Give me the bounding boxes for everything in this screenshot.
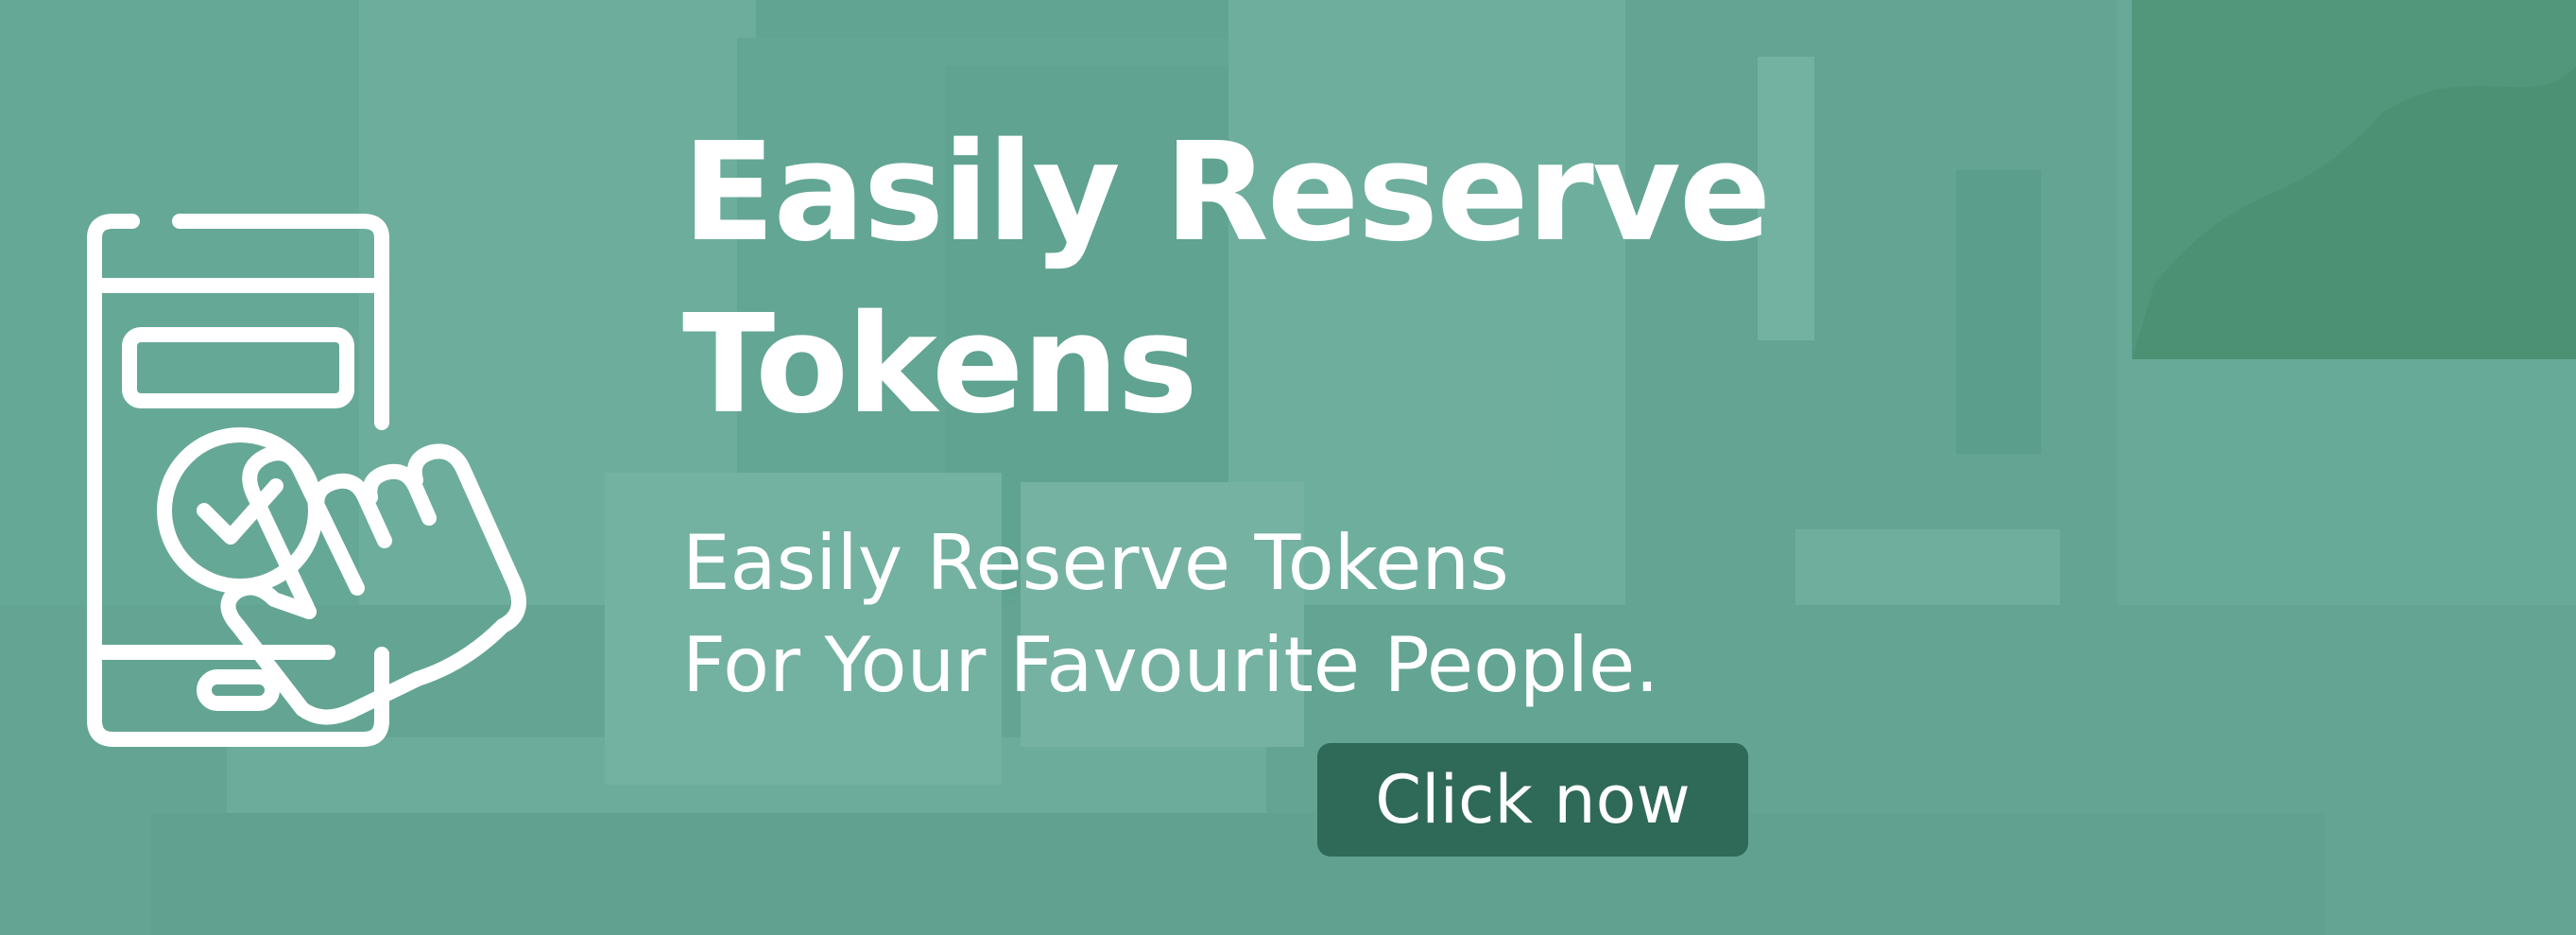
subtitle: Easily Reserve Tokens For Your Favourite… <box>682 512 1854 717</box>
smartphone-touch-check-icon <box>87 210 635 758</box>
subtitle-line-2: For Your Favourite People. <box>682 621 1659 709</box>
subtitle-line-1: Easily Reserve Tokens <box>682 519 1509 607</box>
page-title: Easily Reserve Tokens <box>682 113 1771 443</box>
click-now-button[interactable]: Click now <box>1317 743 1748 857</box>
promo-banner: Easily Reserve Tokens Easily Reserve Tok… <box>0 0 2576 935</box>
